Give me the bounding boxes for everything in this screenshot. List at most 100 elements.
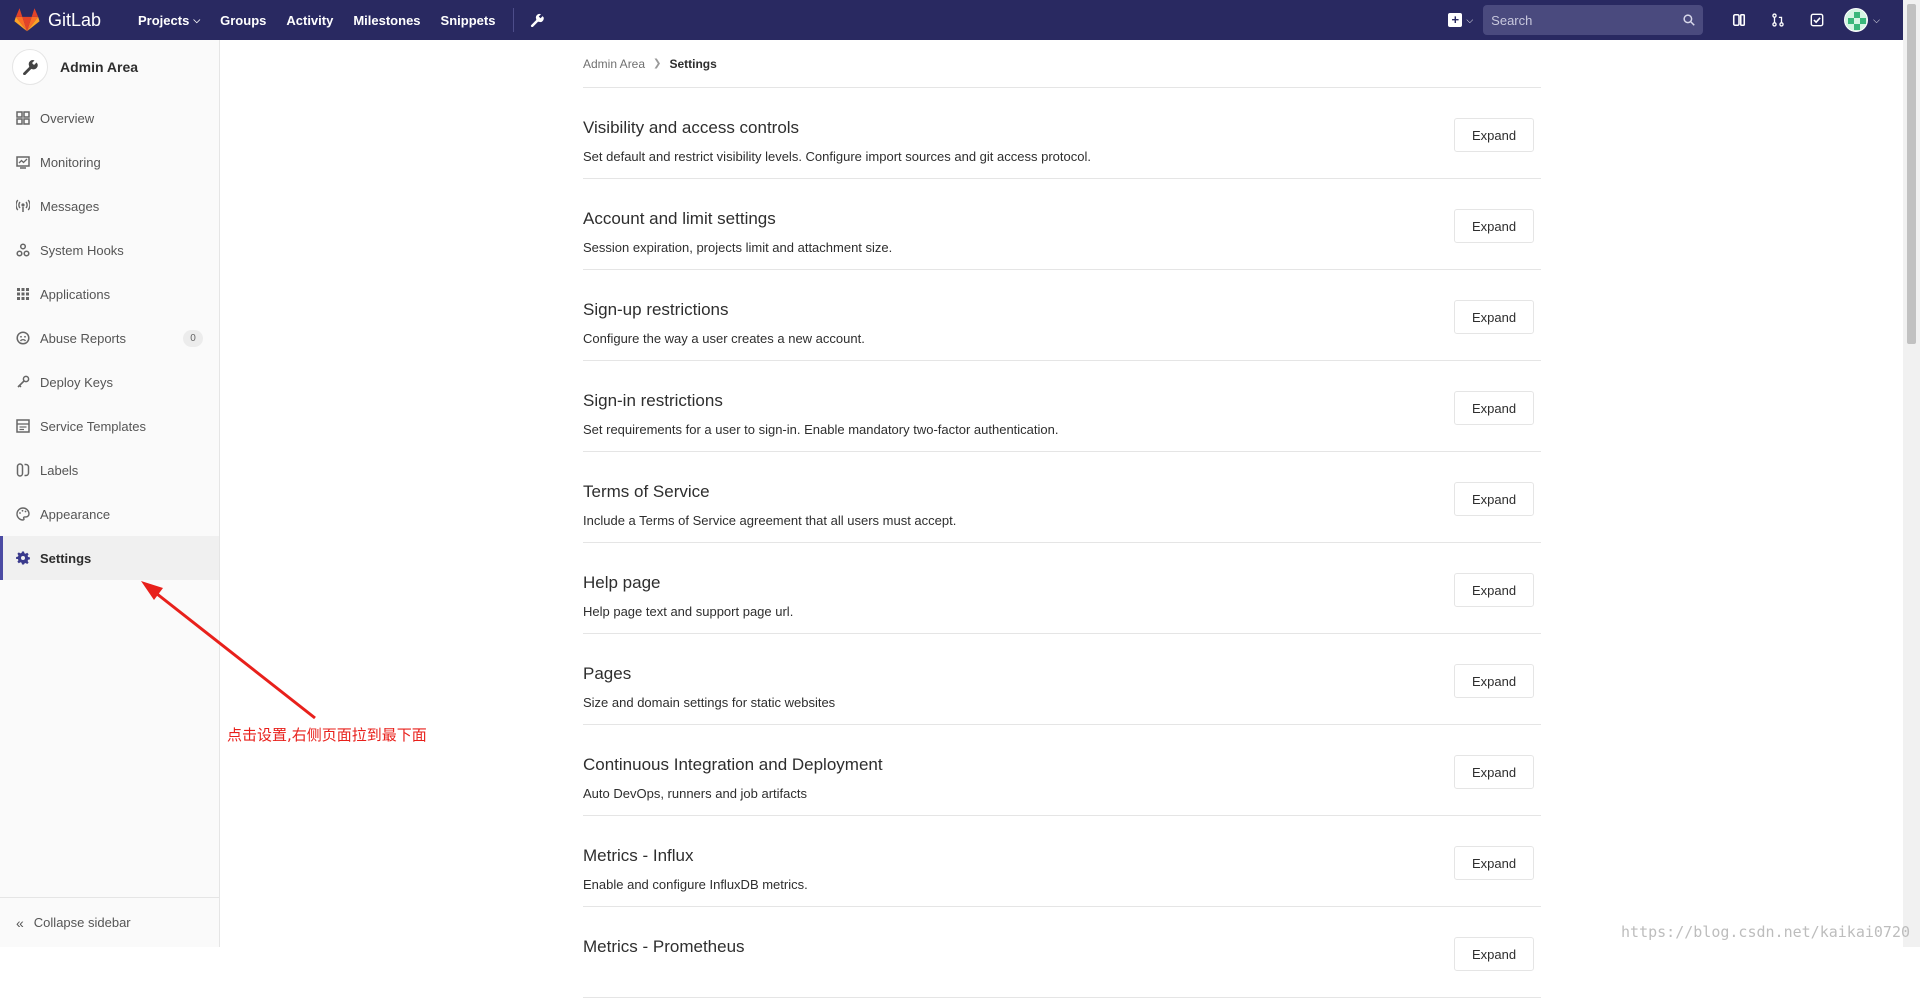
labels-icon xyxy=(16,463,30,477)
nav-snippets-label: Snippets xyxy=(441,13,496,28)
search-box xyxy=(1483,5,1703,35)
sidebar-item-label: Messages xyxy=(40,199,99,214)
sidebar-item-deploy-keys[interactable]: Deploy Keys xyxy=(0,360,219,404)
abuse-icon xyxy=(16,331,30,345)
hooks-icon xyxy=(16,243,30,257)
sidebar-item-service-templates[interactable]: Service Templates xyxy=(0,404,219,448)
expand-button[interactable]: Expand xyxy=(1454,209,1534,243)
section-description: Auto DevOps, runners and job artifacts xyxy=(583,786,807,801)
section-description: Configure the way a user creates a new a… xyxy=(583,331,865,346)
nav-groups-label: Groups xyxy=(220,13,266,28)
sidebar-item-applications[interactable]: Applications xyxy=(0,272,219,316)
sidebar-item-label: Labels xyxy=(40,463,78,478)
section-title: Continuous Integration and Deployment xyxy=(583,755,883,775)
section-title: Metrics - Prometheus xyxy=(583,937,745,957)
issues-icon xyxy=(1732,13,1746,27)
nav-projects[interactable]: Projects ⌵ xyxy=(128,0,210,40)
sidebar-item-label: System Hooks xyxy=(40,243,124,258)
main-content: Admin Area ❯ Settings Visibility and acc… xyxy=(583,40,1541,998)
nav-milestones[interactable]: Milestones xyxy=(343,0,430,40)
sidebar-item-messages[interactable]: Messages xyxy=(0,184,219,228)
page-scrollbar[interactable] xyxy=(1903,0,1920,947)
section-title: Help page xyxy=(583,573,661,593)
gitlab-logo-link[interactable]: GitLab xyxy=(0,8,118,32)
applications-icon xyxy=(16,287,30,301)
section-description: Enable and configure InfluxDB metrics. xyxy=(583,877,808,892)
section-title: Terms of Service xyxy=(583,482,710,502)
expand-button[interactable]: Expand xyxy=(1454,300,1534,334)
collapse-sidebar-label: Collapse sidebar xyxy=(34,915,131,930)
section-title: Sign-in restrictions xyxy=(583,391,723,411)
section-description: Include a Terms of Service agreement tha… xyxy=(583,513,956,528)
new-dropdown[interactable]: + ⌵ xyxy=(1438,13,1483,27)
sidebar-context-header[interactable]: Admin Area xyxy=(0,40,219,94)
chevron-down-icon: ⌵ xyxy=(1466,15,1473,26)
chevron-right-icon: ❯ xyxy=(653,58,661,69)
settings-section-visibility: Visibility and access controls Set defau… xyxy=(583,88,1541,179)
merge-requests-link[interactable] xyxy=(1758,0,1797,40)
nav-milestones-label: Milestones xyxy=(353,13,420,28)
issues-link[interactable] xyxy=(1719,0,1758,40)
wrench-icon xyxy=(22,59,38,75)
expand-button[interactable]: Expand xyxy=(1454,846,1534,880)
messages-icon xyxy=(16,199,30,213)
section-description: Help page text and support page url. xyxy=(583,604,793,619)
nav-activity[interactable]: Activity xyxy=(276,0,343,40)
gitlab-tanuki-icon xyxy=(14,8,40,32)
expand-button[interactable]: Expand xyxy=(1454,391,1534,425)
gear-icon xyxy=(16,551,30,565)
todos-link[interactable] xyxy=(1797,0,1836,40)
sidebar-item-labels[interactable]: Labels xyxy=(0,448,219,492)
overview-icon xyxy=(16,111,30,125)
sidebar-item-appearance[interactable]: Appearance xyxy=(0,492,219,536)
search-input[interactable] xyxy=(1491,13,1671,28)
collapse-sidebar-button[interactable]: « Collapse sidebar xyxy=(0,897,219,947)
section-title: Pages xyxy=(583,664,631,684)
sidebar-item-monitoring[interactable]: Monitoring xyxy=(0,140,219,184)
section-title: Visibility and access controls xyxy=(583,118,799,138)
monitoring-icon xyxy=(16,155,30,169)
expand-button[interactable]: Expand xyxy=(1454,937,1534,971)
sidebar-item-label: Settings xyxy=(40,551,91,566)
sidebar-item-label: Monitoring xyxy=(40,155,101,170)
scrollbar-thumb[interactable] xyxy=(1907,4,1916,344)
sidebar-item-label: Applications xyxy=(40,287,110,302)
search-icon[interactable] xyxy=(1683,14,1695,26)
breadcrumb: Admin Area ❯ Settings xyxy=(583,40,1541,88)
expand-button[interactable]: Expand xyxy=(1454,573,1534,607)
sidebar-item-abuse-reports[interactable]: Abuse Reports 0 xyxy=(0,316,219,360)
sidebar-item-system-hooks[interactable]: System Hooks xyxy=(0,228,219,272)
wrench-icon xyxy=(530,13,544,27)
sidebar-item-overview[interactable]: Overview xyxy=(0,96,219,140)
sidebar-context-title: Admin Area xyxy=(60,59,138,75)
section-description: Size and domain settings for static webs… xyxy=(583,695,835,710)
user-menu[interactable]: ⌵ xyxy=(1844,8,1880,32)
expand-button[interactable]: Expand xyxy=(1454,482,1534,516)
nav-snippets[interactable]: Snippets xyxy=(431,0,506,40)
settings-section-account-limits: Account and limit settings Session expir… xyxy=(583,179,1541,270)
section-description: Set default and restrict visibility leve… xyxy=(583,149,1091,164)
section-title: Account and limit settings xyxy=(583,209,776,229)
expand-button[interactable]: Expand xyxy=(1454,118,1534,152)
merge-request-icon xyxy=(1771,13,1785,27)
settings-section-help-page: Help page Help page text and support pag… xyxy=(583,543,1541,634)
nav-groups[interactable]: Groups xyxy=(210,0,276,40)
section-title: Metrics - Influx xyxy=(583,846,694,866)
settings-section-metrics-prometheus: Metrics - Prometheus Expand xyxy=(583,907,1541,998)
plus-icon: + xyxy=(1448,13,1462,27)
admin-area-link[interactable] xyxy=(522,0,552,40)
expand-button[interactable]: Expand xyxy=(1454,755,1534,789)
annotation-text: 点击设置,右侧页面拉到最下面 xyxy=(227,724,427,745)
settings-section-sign-in: Sign-in restrictions Set requirements fo… xyxy=(583,361,1541,452)
sidebar-item-label: Deploy Keys xyxy=(40,375,113,390)
appearance-icon xyxy=(16,507,30,521)
sidebar-item-label: Overview xyxy=(40,111,94,126)
sidebar: Admin Area Overview Monitoring Messages … xyxy=(0,40,220,947)
brand-name: GitLab xyxy=(48,10,101,31)
sidebar-item-label: Service Templates xyxy=(40,419,146,434)
sidebar-item-settings[interactable]: Settings xyxy=(0,536,219,580)
expand-button[interactable]: Expand xyxy=(1454,664,1534,698)
breadcrumb-settings[interactable]: Settings xyxy=(669,57,716,71)
breadcrumb-admin-area[interactable]: Admin Area xyxy=(583,57,645,71)
sidebar-item-label: Abuse Reports xyxy=(40,331,126,346)
